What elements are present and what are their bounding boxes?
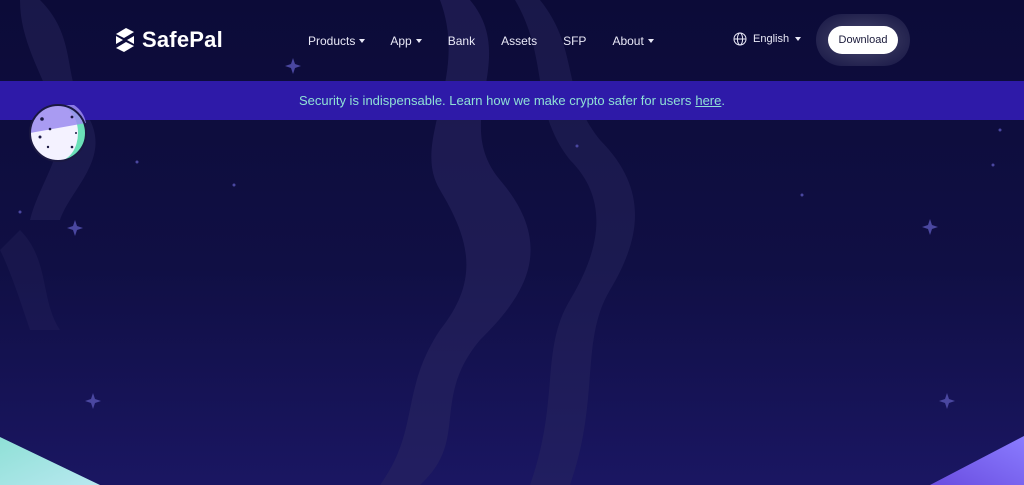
nav-item-label: SFP	[563, 34, 587, 48]
nav-item-label: App	[390, 34, 412, 48]
nav-item-label: Assets	[501, 34, 538, 48]
nav-item-sfp[interactable]: SFP	[563, 33, 586, 49]
chevron-down-icon	[647, 39, 654, 43]
chevron-down-icon	[359, 39, 366, 43]
banner-text: Security is indispensable. Learn how we …	[298, 93, 692, 108]
main-nav: Products App Bank Assets SFP About	[308, 33, 654, 49]
site-header: SafePal Products App Bank Assets SFP Abo…	[0, 0, 1024, 80]
brand-name: SafePal	[142, 27, 223, 52]
language-label: English	[753, 33, 790, 45]
security-banner: Security is indispensable. Learn how we …	[0, 81, 1024, 120]
banner-link[interactable]: here	[695, 93, 721, 108]
nav-item-bank[interactable]: Bank	[448, 33, 475, 49]
nav-item-assets[interactable]: Assets	[501, 33, 537, 49]
safepal-logo-icon	[116, 28, 134, 52]
download-button[interactable]: Download	[828, 26, 898, 54]
chevron-down-icon	[415, 39, 422, 43]
language-selector[interactable]: English	[733, 32, 802, 46]
nav-item-app[interactable]: App	[390, 33, 422, 49]
download-button-glow: Download	[816, 14, 910, 66]
nav-item-label: Products	[308, 34, 356, 48]
nav-item-label: About	[612, 34, 644, 48]
brand-logo[interactable]: SafePal	[114, 26, 223, 54]
nav-item-label: Bank	[447, 34, 476, 48]
nav-item-products[interactable]: Products	[308, 33, 366, 49]
moon-illustration	[29, 104, 87, 162]
globe-icon	[733, 32, 747, 46]
banner-trailing: .	[721, 93, 725, 108]
nav-item-about[interactable]: About	[612, 33, 654, 49]
chevron-down-icon	[795, 37, 802, 41]
